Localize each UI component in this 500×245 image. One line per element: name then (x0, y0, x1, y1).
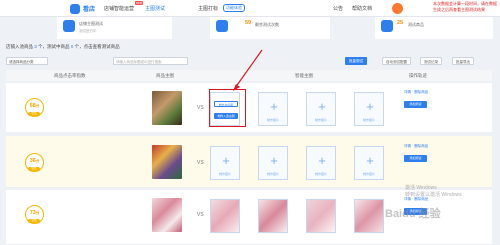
baidu-watermark: Baidu 经验 (385, 208, 441, 220)
windows-activation-note: 激活 Windows 转到设置以激活 Windows (405, 185, 462, 198)
